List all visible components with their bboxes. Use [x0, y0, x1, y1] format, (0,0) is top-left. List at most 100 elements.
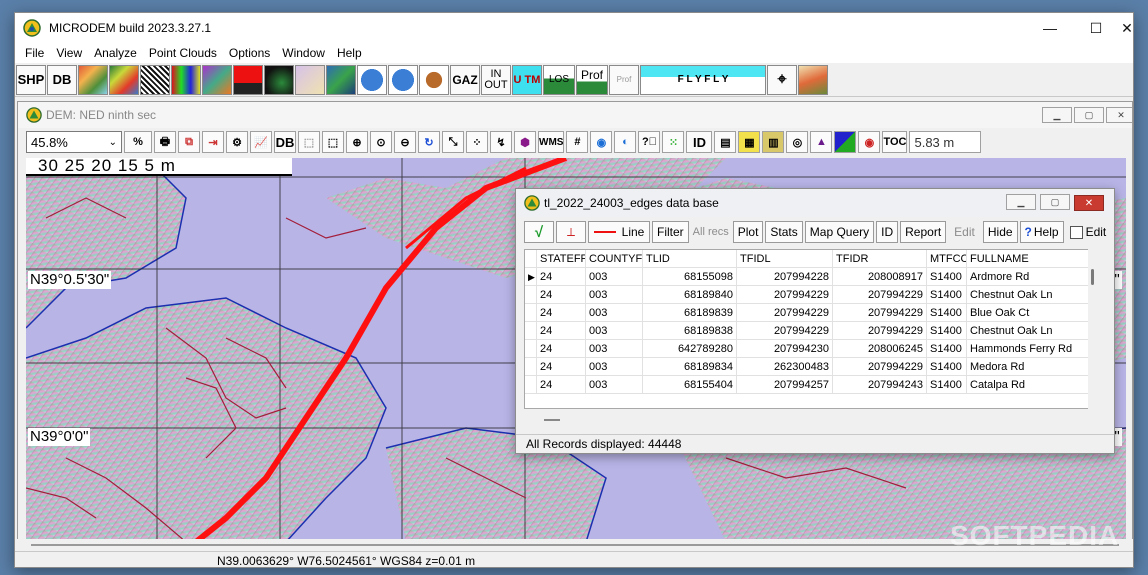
menu-analyze[interactable]: Analyze [88, 46, 143, 60]
multi-point-icon[interactable]: ⁘ [466, 131, 488, 153]
table-row[interactable]: ▶ 24 003 68155098 207994228 208008917 S1… [525, 268, 1091, 286]
menu-options[interactable]: Options [223, 46, 276, 60]
target-icon[interactable]: ◎ [786, 131, 809, 153]
print-icon[interactable]: 🖶 [154, 131, 176, 153]
stats-button[interactable]: Stats [765, 221, 803, 243]
column-header[interactable]: TLID [643, 250, 737, 268]
table-row[interactable]: 24 003 642789280 207994230 208006245 S14… [525, 340, 1091, 358]
night-lights-icon[interactable] [264, 64, 294, 95]
imagery-icon[interactable] [109, 64, 139, 95]
database-button[interactable]: DB [47, 64, 77, 95]
profile-disabled-button[interactable]: Prof [609, 64, 639, 95]
query-icon[interactable]: ?⃞ [638, 131, 661, 153]
table-row[interactable]: 24 003 68155404 207994257 207994243 S140… [525, 376, 1091, 394]
noise-pattern-icon[interactable] [140, 64, 170, 95]
db-close-button[interactable]: ✕ [1074, 195, 1104, 211]
table-vertical-scrollbar[interactable] [1088, 249, 1098, 409]
table-row[interactable]: 24 003 68189834 262300483 207994229 S140… [525, 358, 1091, 376]
db-minimize-button[interactable]: ▁ [1006, 194, 1036, 210]
gazetteer-button[interactable]: GAZ [450, 64, 480, 95]
utm-button[interactable]: U TM [512, 64, 542, 95]
copy-map-icon[interactable]: ⧉ [178, 131, 200, 153]
edit-checkbox[interactable]: Edit [1068, 221, 1109, 243]
zoom-full-icon[interactable]: ⊙ [370, 131, 392, 153]
maximize-button[interactable]: ☐ [1073, 13, 1119, 43]
dem-open-icon[interactable] [78, 64, 108, 95]
dem-minimize-button[interactable]: ▁ [1042, 107, 1072, 123]
grid-icon[interactable]: # [566, 131, 589, 153]
plot-button[interactable]: Plot [732, 221, 764, 243]
checkbox-box[interactable] [1069, 225, 1083, 239]
zoom-out-icon[interactable]: ⊖ [394, 131, 416, 153]
fly-through-button[interactable]: F L Y F L Y [640, 64, 766, 95]
menu-file[interactable]: File [19, 46, 50, 60]
measure-distance-icon[interactable]: ⤡ [442, 131, 464, 153]
column-header[interactable]: STATEFP [537, 250, 586, 268]
legend-icon[interactable]: ▤ [714, 131, 737, 153]
path-icon[interactable]: ↯ [490, 131, 512, 153]
overlay-icon[interactable]: ◉ [858, 131, 881, 153]
id-button[interactable]: ID [876, 221, 899, 243]
symbology-icon[interactable]: ⟂ [556, 221, 586, 243]
table-horizontal-scrollbar[interactable] [544, 419, 560, 421]
volcano-icon[interactable]: ▲ [810, 131, 833, 153]
db-restore-button[interactable]: ▢ [1040, 194, 1070, 210]
chart-icon[interactable]: 📈 [250, 131, 272, 153]
layers-icon[interactable]: ⬢ [514, 131, 536, 153]
menu-window[interactable]: Window [276, 46, 331, 60]
survey-tripod-icon[interactable]: ⌖ [767, 64, 797, 95]
network-icon[interactable]: ⚙ [226, 131, 248, 153]
shapefile-button[interactable]: SHP [16, 64, 46, 95]
dem-restore-button[interactable]: ▢ [1074, 107, 1104, 123]
landsat-icon[interactable] [202, 64, 232, 95]
percent-button[interactable]: % [124, 131, 152, 153]
select-area-icon[interactable]: ⬚ [298, 131, 320, 153]
3d-block-icon[interactable] [326, 64, 356, 95]
table-row[interactable]: 24 003 68189839 207994229 207994229 S140… [525, 304, 1091, 322]
close-button[interactable]: ✕ [1119, 13, 1133, 43]
report-button[interactable]: Report [900, 221, 947, 243]
hide-button[interactable]: Hide [982, 221, 1018, 243]
deer-icon[interactable] [419, 64, 449, 95]
zoom-in-icon[interactable]: ⊕ [346, 131, 368, 153]
globe-icon[interactable] [357, 64, 387, 95]
minimize-button[interactable]: — [1027, 13, 1073, 43]
profile-button[interactable]: Prof [576, 64, 608, 95]
color-swatch-icon[interactable] [834, 131, 857, 153]
menu-view[interactable]: View [50, 46, 88, 60]
check-button[interactable]: √ [524, 221, 554, 243]
los-button[interactable]: LOS [543, 64, 575, 95]
scrollbar-thumb[interactable] [1091, 269, 1094, 285]
id-button[interactable]: ID [686, 131, 713, 153]
map-query-button[interactable]: Map Query [804, 221, 875, 243]
dem-close-button[interactable]: ✕ [1106, 107, 1132, 123]
column-header[interactable]: FULLNAME [967, 250, 1091, 268]
filter-button[interactable]: Filter [652, 221, 689, 243]
line-style-button[interactable]: Line [588, 221, 650, 243]
in-out-button[interactable]: IN OUT [481, 64, 511, 95]
globe-pin-icon[interactable] [388, 64, 418, 95]
column-header[interactable]: MTFCC [927, 250, 967, 268]
pattern-icon[interactable]: ▦ [738, 131, 761, 153]
help-button[interactable]: ? Help [1019, 221, 1064, 243]
zoom-select[interactable]: 45.8% ⌄ [26, 131, 122, 153]
column-header[interactable]: TFIDL [737, 250, 833, 268]
menu-point-clouds[interactable]: Point Clouds [143, 46, 223, 60]
sidescan-icon[interactable]: ◐ [614, 131, 637, 153]
column-header[interactable]: TFIDR [833, 250, 927, 268]
column-header[interactable]: COUNTYFP [586, 250, 643, 268]
redraw-icon[interactable]: ↻ [418, 131, 440, 153]
red-band-icon[interactable] [233, 64, 263, 95]
texture-icon[interactable]: ▥ [762, 131, 785, 153]
toc-button[interactable]: TOC [882, 131, 908, 153]
save-map-icon[interactable]: ⇥ [202, 131, 224, 153]
terrain-3d-icon[interactable] [798, 64, 828, 95]
multispectral-icon[interactable] [171, 64, 201, 95]
table-row[interactable]: 24 003 68189838 207994229 207994229 S140… [525, 322, 1091, 340]
table-row[interactable]: 24 003 68189840 207994229 207994229 S140… [525, 286, 1091, 304]
attribute-table[interactable]: STATEFP COUNTYFP TLID TFIDL TFIDR MTFCC … [524, 249, 1092, 409]
wms-button[interactable]: WMS [538, 131, 565, 153]
menu-help[interactable]: Help [331, 46, 368, 60]
subset-icon[interactable]: ⬚ [322, 131, 344, 153]
scanned-map-icon[interactable] [295, 64, 325, 95]
